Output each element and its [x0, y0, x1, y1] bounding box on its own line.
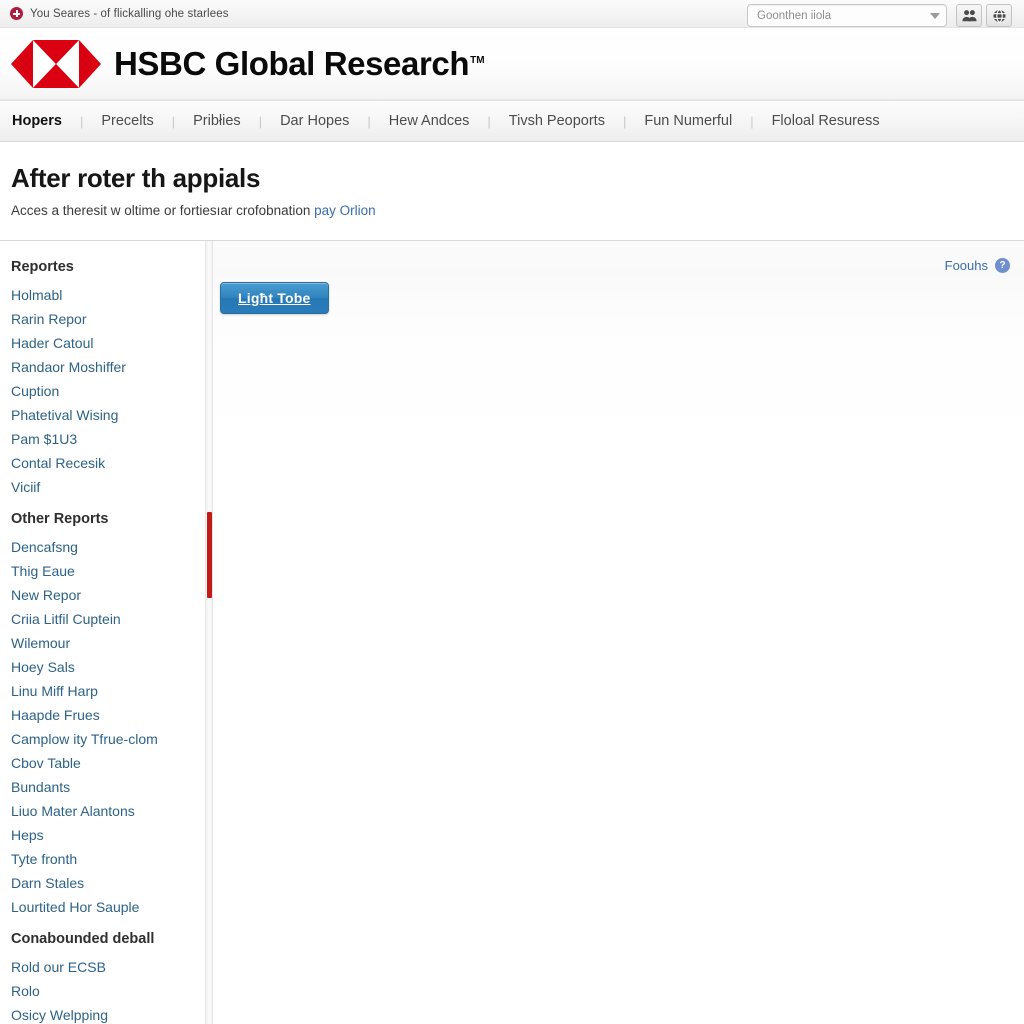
sidebar-item-tyte-fronth[interactable]: Tyte fronth [11, 847, 206, 871]
page-title: After roter th appials [11, 163, 261, 193]
nav-item-fun-numerful[interactable]: Fun Numerful [642, 113, 734, 129]
nav-separator: | [171, 113, 176, 129]
sidebar-item-lourtited-hor-sauple[interactable]: Lourtited Hor Sauple [11, 895, 206, 919]
people-icon-button[interactable] [956, 4, 982, 27]
sidebar-item-criia-litfil-cuptein[interactable]: Criia Litfil Cuptein [11, 607, 206, 631]
main-navigation: Hopers | Precelts | Pribłies | Dar Hopes | Hew A… [0, 100, 1024, 142]
nav-item-dar-hopes[interactable]: Dar Hopes [278, 113, 351, 129]
hsbc-hexagon-logo[interactable] [10, 39, 102, 89]
top-utility-bar: You Seares - of flickalling ohe starlees… [0, 0, 1024, 28]
sidebar-group: Conabounded deball Rold our ECSB Rolo Osicy… [11, 927, 206, 1024]
nav-separator: | [79, 113, 84, 129]
nav-item-precelts[interactable]: Precelts [99, 113, 155, 129]
sidebar-item-new-repor[interactable]: New Repor [11, 583, 206, 607]
content-panel: Foouhs ? Ligħt Tobe [206, 241, 1024, 1024]
search-input[interactable]: Goonthen iiola [747, 4, 947, 27]
help-question-icon[interactable]: ? [995, 258, 1010, 273]
alert-plus-icon [10, 7, 23, 20]
sidebar-item-linu-miff-harp[interactable]: Linu Miff Harp [11, 679, 206, 703]
sidebar-item-bundants[interactable]: Bundants [11, 775, 206, 799]
sidebar-item-contal-recesik[interactable]: Contal Recesik [11, 451, 206, 475]
nav-separator: | [367, 113, 371, 129]
people-icon [961, 10, 977, 22]
nav-separator: | [750, 113, 754, 129]
brand-trademark: TM [470, 54, 485, 66]
sidebar-item-cbov-table[interactable]: Cbov Table [11, 751, 206, 775]
globe-refresh-icon [993, 8, 1005, 23]
sidebar-group-header: Conabounded deball [11, 931, 155, 947]
nav-item-tivsh-peoports[interactable]: Tivsh Peoports [507, 113, 607, 129]
page-header: After roter th appials Acces a theresit … [0, 142, 1024, 218]
app-window: You Seares - of flickalling ohe starlees… [0, 0, 1024, 1024]
sidebar-item-heps[interactable]: Heps [11, 823, 206, 847]
sidebar-item-osicy-welpping[interactable]: Osicy Welpping [11, 1003, 206, 1024]
nav-separator: | [487, 113, 491, 129]
sidebar-item-dencafsng[interactable]: Dencafsng [11, 535, 206, 559]
sidebar-item-hader-catoul[interactable]: Hader Catoul [11, 331, 206, 355]
content-top-links: Foouhs ? [945, 258, 1010, 273]
primary-action-button[interactable]: Ligħt Tobe [220, 282, 329, 314]
top-alert-message: You Seares - of flickalling ohe starlees [10, 7, 229, 20]
nav-item-prib-ies[interactable]: Pribłies [191, 113, 243, 129]
nav-separator: | [622, 113, 627, 129]
page-subtitle-text: Acces a theresit w oltime or fortiesıar … [11, 202, 311, 218]
nav-separator: | [258, 113, 263, 129]
sidebar-item-randaor-moshiffer[interactable]: Randaor Moshiffer [11, 355, 206, 379]
sidebar-item-haapde-frues[interactable]: Haapde Frues [11, 703, 206, 727]
globe-refresh-icon-button[interactable] [986, 4, 1012, 27]
sidebar-item-viciif[interactable]: Viciif [11, 475, 206, 499]
nav-item-hew-andces[interactable]: Hew Andces [387, 113, 472, 129]
chevron-down-icon[interactable] [930, 12, 940, 19]
sidebar-scrollbar-track[interactable] [205, 241, 213, 1024]
sidebar-item-wilemour[interactable]: Wilemour [11, 631, 206, 655]
sidebar-item-pam-1u3[interactable]: Pam $1U3 [11, 427, 206, 451]
nav-item-hopers[interactable]: Hopers [10, 113, 64, 129]
page-subtitle: Acces a theresit w oltime or fortiesıar … [11, 203, 1024, 218]
sidebar-group-header: Reportes [11, 259, 74, 275]
brand-bar: HSBC Global ResearchTM [0, 28, 1024, 100]
sidebar-item-thig-eaue[interactable]: Thig Eaue [11, 559, 206, 583]
page-subtitle-link[interactable]: pay Orlion [314, 203, 376, 218]
search-input-value: Goonthen iiola [757, 9, 832, 22]
brand-title: HSBC Global ResearchTM [114, 45, 485, 83]
focus-link[interactable]: Foouhs [945, 258, 988, 273]
sidebar-item-camplow-ity-tfrue-clom[interactable]: Camplow ity Tfrue-clom [11, 727, 206, 751]
sidebar: Reportes Holmabl Rarin Repor Hader Catoul Ra… [0, 241, 206, 1024]
sidebar-group-header: Other Reports [11, 511, 109, 527]
nav-item-floloal-resuress[interactable]: Floloal Resuress [770, 113, 882, 129]
sidebar-item-liuo-mater-alantons[interactable]: Liuo Mater Alantons [11, 799, 206, 823]
sidebar-item-cuption[interactable]: Cuption [11, 379, 206, 403]
brand-title-text: HSBC Global Research [114, 44, 470, 82]
sidebar-item-darn-stales[interactable]: Darn Stales [11, 871, 206, 895]
sidebar-scrollbar-thumb[interactable] [207, 512, 212, 598]
sidebar-item-rolo[interactable]: Rolo [11, 979, 206, 1003]
sidebar-item-rold-our-ecsb[interactable]: Rold our ECSB [11, 955, 206, 979]
sidebar-group: Other Reports Dencafsng Thig Eaue New Repor… [11, 507, 206, 919]
sidebar-item-holmabl[interactable]: Holmabl [11, 283, 206, 307]
sidebar-item-hoey-sals[interactable]: Hoey Sals [11, 655, 206, 679]
body-split: Reportes Holmabl Rarin Repor Hader Catoul Ra… [0, 241, 1024, 1024]
search-cluster: Goonthen iiola [747, 4, 1012, 27]
sidebar-group: Reportes Holmabl Rarin Repor Hader Catoul Ra… [11, 255, 206, 499]
sidebar-item-phatetival-wising[interactable]: Phatetival Wising [11, 403, 206, 427]
sidebar-item-rarin-repor[interactable]: Rarin Repor [11, 307, 206, 331]
top-alert-text: You Seares - of flickalling ohe starlees [30, 7, 229, 20]
